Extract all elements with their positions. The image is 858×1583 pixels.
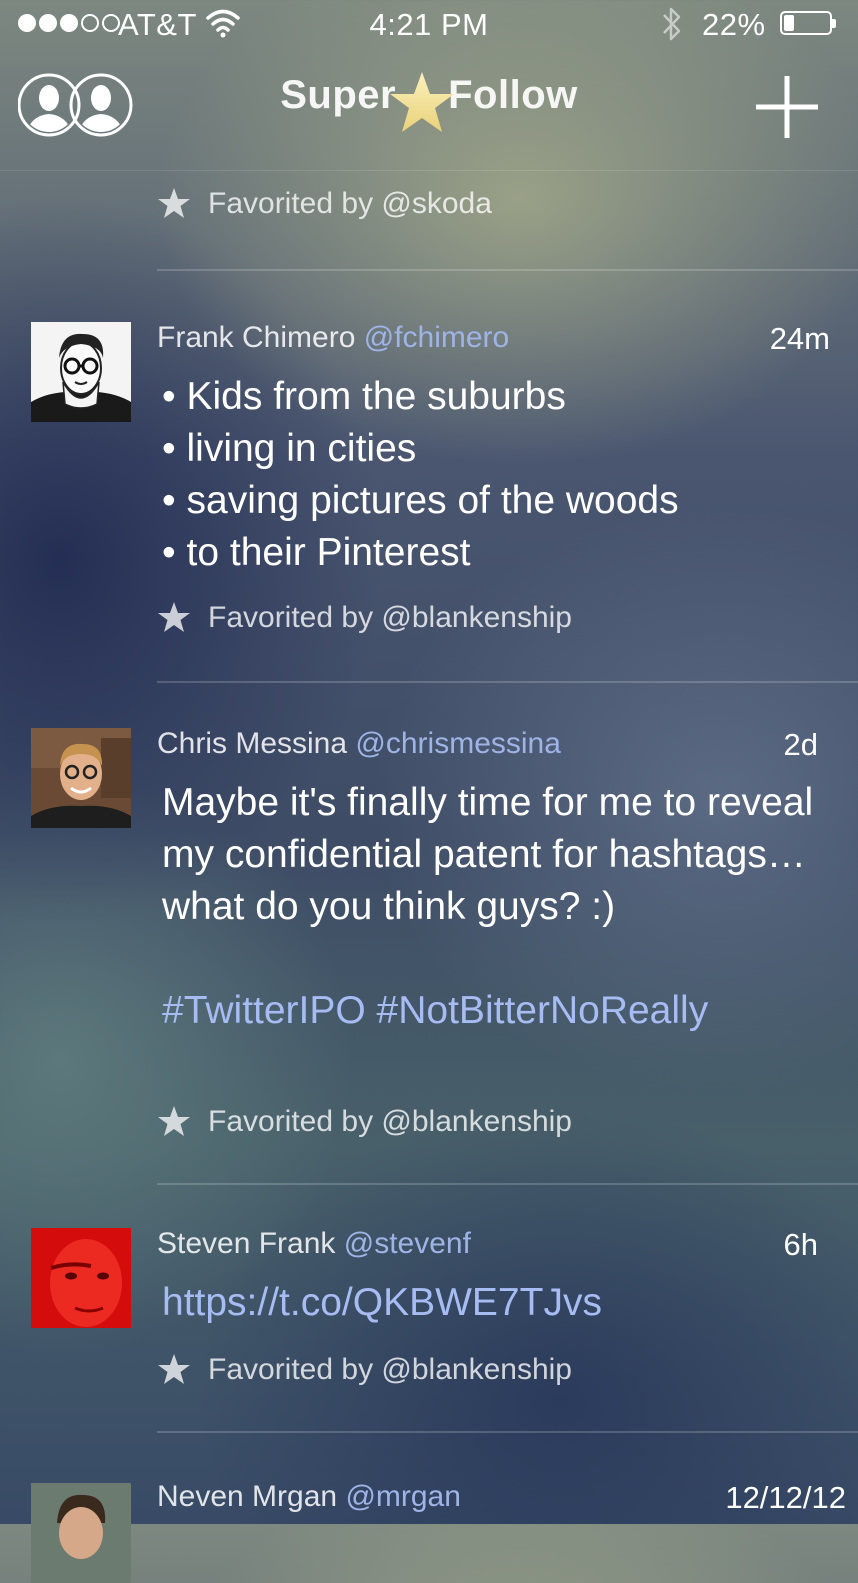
tweet-header: Chris Messina @chrismessina 2d bbox=[157, 727, 830, 763]
tweet-text: Kids from the suburbs living in cities s… bbox=[162, 371, 818, 579]
tweet-handle[interactable]: @mrgan bbox=[345, 1480, 461, 1513]
tweet-handle[interactable]: @fchimero bbox=[364, 321, 510, 354]
favorited-by-row: Favorited by @blankenship bbox=[157, 601, 572, 635]
tweet-header: Frank Chimero @fchimero 24m bbox=[157, 321, 830, 357]
favorited-by-text: Favorited by @skoda bbox=[208, 187, 492, 220]
star-icon bbox=[158, 1354, 190, 1384]
avatar-photo bbox=[31, 728, 131, 828]
tweet-time: 24m bbox=[769, 321, 830, 356]
bluetooth-icon bbox=[663, 7, 681, 41]
app-logo: Super Follow bbox=[0, 66, 858, 132]
battery-percent: 22% bbox=[702, 7, 766, 42]
favorited-by-text: Favorited by @blankenship bbox=[208, 1105, 572, 1138]
tweet-line: living in cities bbox=[162, 423, 818, 475]
tweet-time: 12/12/12 bbox=[725, 1480, 846, 1515]
status-bar: AT&T 4:21 PM 22% bbox=[0, 0, 858, 50]
star-icon bbox=[158, 1106, 190, 1136]
logo-text-left: Super bbox=[280, 73, 397, 117]
favorited-by-text: Favorited by @blankenship bbox=[208, 1353, 572, 1386]
nav-bar: Super Follow bbox=[0, 50, 858, 171]
tweet-line: Kids from the suburbs bbox=[162, 371, 818, 423]
tweet-line: saving pictures of the woods bbox=[162, 475, 818, 527]
tweet-time: 2d bbox=[783, 727, 818, 762]
tweet-hashtags[interactable]: #TwitterIPO #NotBitterNoReally bbox=[162, 985, 818, 1037]
battery-level bbox=[784, 15, 794, 31]
tweet-author[interactable]: Neven Mrgan bbox=[157, 1480, 337, 1513]
avatar[interactable] bbox=[31, 1483, 131, 1583]
tweet-message: Maybe it's finally time for me to reveal… bbox=[162, 781, 814, 928]
avatar-photo bbox=[31, 1483, 131, 1583]
avatar-photo bbox=[31, 1228, 131, 1328]
logo-text-right: Follow bbox=[448, 73, 578, 117]
separator bbox=[157, 1183, 858, 1185]
tweet-line: to their Pinterest bbox=[162, 527, 818, 579]
avatar[interactable] bbox=[31, 1228, 131, 1328]
favorited-by-row: Favorited by @blankenship bbox=[157, 1105, 572, 1139]
tweet-author[interactable]: Chris Messina bbox=[157, 727, 347, 760]
star-logo-icon bbox=[390, 72, 455, 132]
tweet-time: 6h bbox=[783, 1227, 818, 1262]
favorited-by-row: Favorited by @skoda bbox=[157, 187, 492, 221]
separator bbox=[157, 681, 858, 683]
tweet-header: Neven Mrgan @mrgan 12/12/12 bbox=[157, 1480, 846, 1516]
avatar-illustration bbox=[31, 322, 131, 422]
separator bbox=[157, 269, 858, 271]
tweet-text: https://t.co/QKBWE7TJvs bbox=[162, 1277, 818, 1329]
favorited-by-text: Favorited by @blankenship bbox=[208, 601, 572, 634]
star-icon bbox=[158, 188, 190, 218]
tweet-handle[interactable]: @stevenf bbox=[344, 1227, 471, 1260]
tweet-header: Steven Frank @stevenf 6h bbox=[157, 1227, 830, 1263]
separator bbox=[157, 1431, 858, 1433]
tweet-author[interactable]: Frank Chimero bbox=[157, 321, 355, 354]
tweet-text: Maybe it's finally time for me to reveal… bbox=[162, 777, 818, 1037]
avatar[interactable] bbox=[31, 322, 131, 422]
tweet-link[interactable]: https://t.co/QKBWE7TJvs bbox=[162, 1277, 818, 1329]
avatar[interactable] bbox=[31, 728, 131, 828]
favorited-by-row: Favorited by @blankenship bbox=[157, 1353, 572, 1387]
battery-icon bbox=[780, 11, 836, 35]
star-icon bbox=[158, 602, 190, 632]
plus-icon[interactable] bbox=[754, 74, 820, 140]
tweet-handle[interactable]: @chrismessina bbox=[355, 727, 561, 760]
tweet-author[interactable]: Steven Frank bbox=[157, 1227, 335, 1260]
